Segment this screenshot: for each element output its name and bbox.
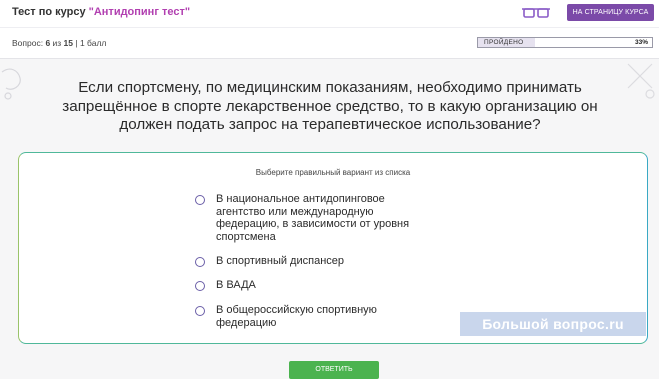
glasses-icon bbox=[522, 8, 550, 18]
question-text: Если спортсмену, по медицинским показани… bbox=[62, 79, 598, 133]
answer-option-label: В спортивный диспансер bbox=[216, 255, 344, 267]
radio-button-icon[interactable] bbox=[195, 281, 205, 291]
progress-bar: ПРОЙДЕНО 33% bbox=[477, 37, 653, 48]
title-prefix: Тест по курсу bbox=[12, 6, 89, 18]
header-divider bbox=[0, 27, 659, 28]
page-title: Тест по курсу "Антидопинг тест" bbox=[12, 6, 190, 18]
radio-button-icon[interactable] bbox=[195, 195, 205, 205]
answer-instruction: Выберите правильный вариант из списка bbox=[255, 168, 411, 177]
answer-option-label: В ВАДА bbox=[216, 279, 256, 291]
answer-option-label: В национальное антидопинговое агентство … bbox=[216, 193, 410, 243]
watermark: Большой вопрос.ru bbox=[460, 312, 646, 336]
radio-button-icon[interactable] bbox=[195, 257, 205, 267]
course-page-button[interactable]: НА СТРАНИЦУ КУРСА bbox=[567, 4, 654, 21]
question-counter: Вопрос: 6 из 15 | 1 балл bbox=[12, 38, 107, 48]
submit-button[interactable]: ОТВЕТИТЬ bbox=[289, 361, 379, 379]
decorative-doodle-icon bbox=[1, 68, 21, 100]
progress-percent: 33% bbox=[634, 39, 648, 46]
radio-button-icon[interactable] bbox=[195, 306, 205, 316]
decorative-doodle-icon bbox=[627, 63, 655, 99]
question-points: 1 балл bbox=[79, 38, 107, 48]
answer-option-label: В общероссийскую спортивную федерацию bbox=[216, 304, 377, 329]
progress-label: ПРОЙДЕНО bbox=[484, 39, 524, 46]
course-name: "Антидопинг тест" bbox=[88, 6, 191, 18]
page-header: Тест по курсу "Антидопинг тест" НА СТРАН… bbox=[0, 0, 659, 59]
question-total: 15 bbox=[63, 38, 74, 48]
